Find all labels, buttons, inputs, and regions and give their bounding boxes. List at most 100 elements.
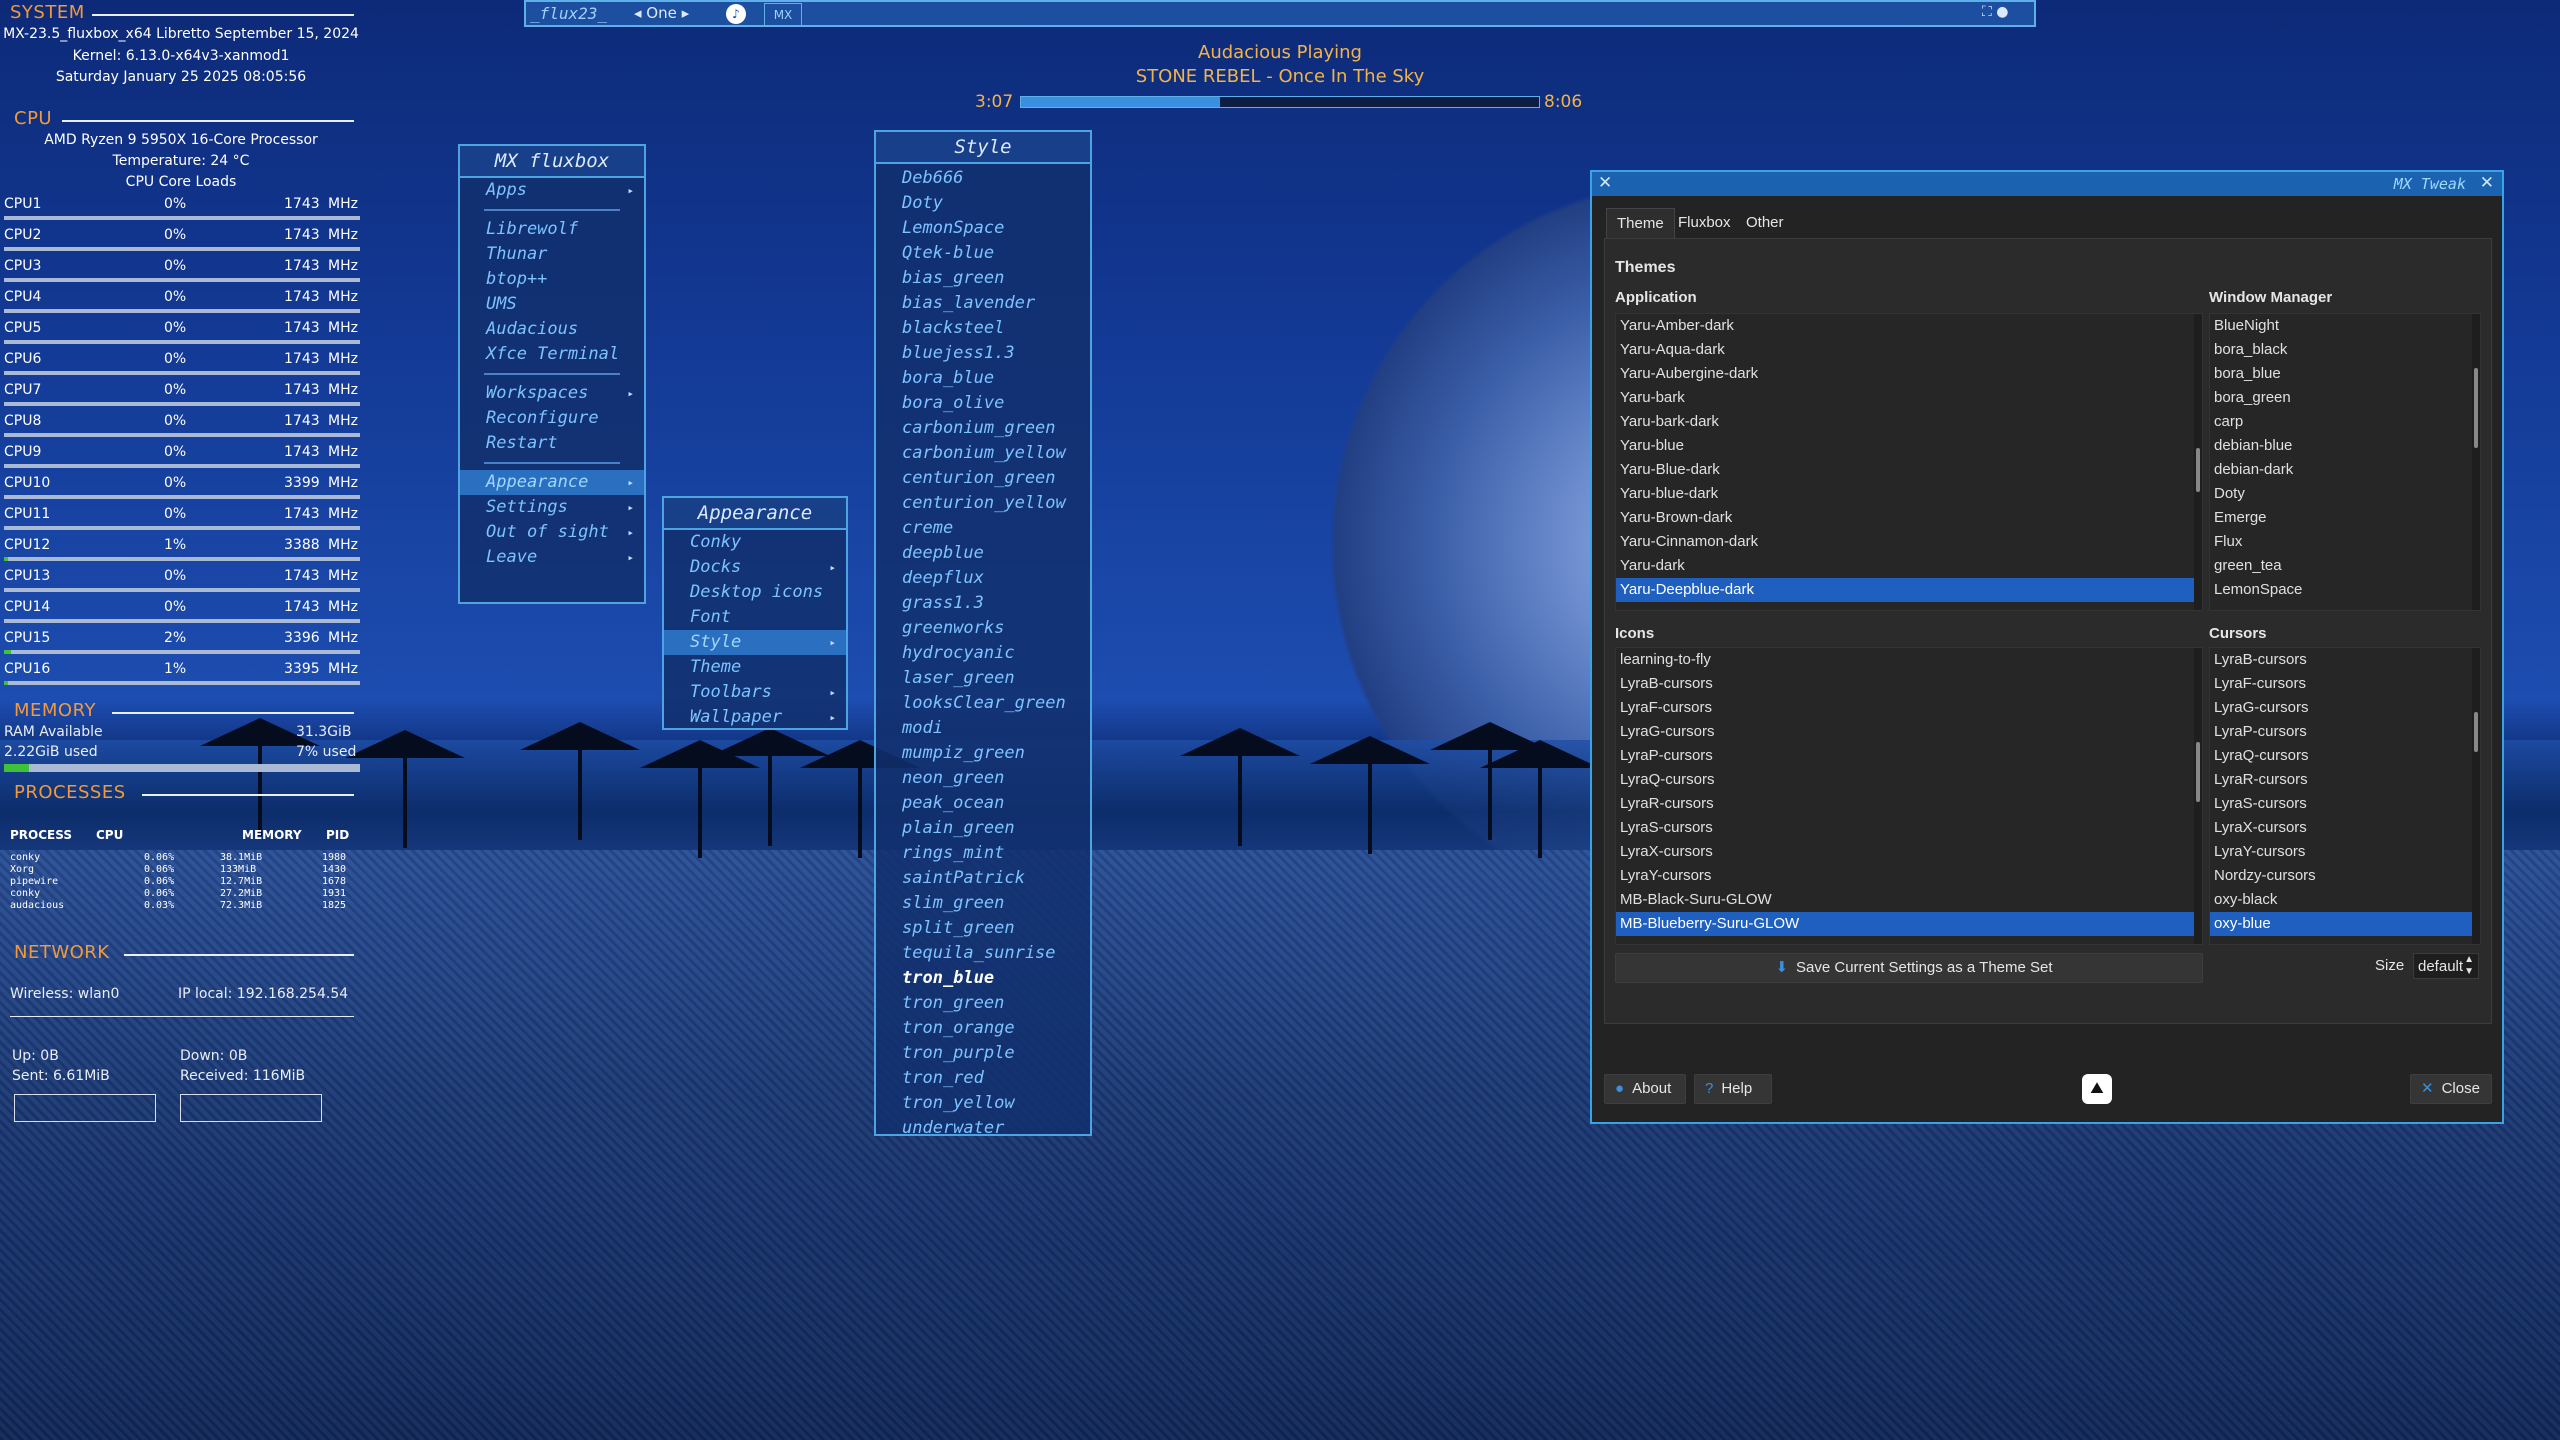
- style-menu-item[interactable]: LemonSpace: [876, 216, 1090, 241]
- style-menu-item[interactable]: tron_purple: [876, 1041, 1090, 1066]
- wm-theme-item[interactable]: green_tea: [2210, 554, 2480, 578]
- cursor-theme-item[interactable]: LyraQ-cursors: [2210, 744, 2480, 768]
- save-theme-set-button[interactable]: ⬇ Save Current Settings as a Theme Set: [1615, 953, 2203, 983]
- root-menu-item[interactable]: Audacious: [460, 317, 644, 342]
- style-menu-item[interactable]: laser_green: [876, 666, 1090, 691]
- wm-theme-item[interactable]: Flux: [2210, 530, 2480, 554]
- icon-theme-item[interactable]: MB-Black-Suru-GLOW: [1616, 888, 2202, 912]
- icon-theme-item[interactable]: LyraS-cursors: [1616, 816, 2202, 840]
- root-menu-item[interactable]: Out of sight ▸: [460, 520, 644, 545]
- appearance-menu-item[interactable]: Toolbars ▸: [664, 680, 846, 705]
- style-menu-item[interactable]: deepblue: [876, 541, 1090, 566]
- appearance-menu-item[interactable]: Conky: [664, 530, 846, 555]
- window-menu-icon[interactable]: ✕: [1598, 173, 1612, 193]
- appearance-menu-item[interactable]: Docks ▸: [664, 555, 846, 580]
- icon-theme-item[interactable]: LyraR-cursors: [1616, 792, 2202, 816]
- style-menu-item[interactable]: centurion_yellow: [876, 491, 1090, 516]
- wm-theme-item[interactable]: Emerge: [2210, 506, 2480, 530]
- style-menu-item[interactable]: neon_green: [876, 766, 1090, 791]
- mx-task-button[interactable]: MX: [764, 3, 802, 27]
- style-menu-item[interactable]: bluejess1.3: [876, 341, 1090, 366]
- style-menu-item[interactable]: tron_green: [876, 991, 1090, 1016]
- cursor-size-select[interactable]: default ▲ ▼: [2413, 953, 2479, 979]
- style-menu-item[interactable]: split_green: [876, 916, 1090, 941]
- root-menu-item[interactable]: UMS: [460, 292, 644, 317]
- style-menu-item[interactable]: plain_green: [876, 816, 1090, 841]
- icon-theme-item[interactable]: learning-to-fly: [1616, 648, 2202, 672]
- style-menu-item[interactable]: saintPatrick: [876, 866, 1090, 891]
- spin-arrows-icon[interactable]: ▲ ▼: [2464, 954, 2474, 978]
- application-theme-item[interactable]: Yaru-Cinnamon-dark: [1616, 530, 2202, 554]
- style-menu-item[interactable]: carbonium_yellow: [876, 441, 1090, 466]
- root-menu-item[interactable]: Workspaces ▸: [460, 381, 644, 406]
- icon-theme-item[interactable]: LyraF-cursors: [1616, 696, 2202, 720]
- style-menu-item[interactable]: tron_red: [876, 1066, 1090, 1091]
- icon-theme-item[interactable]: LyraQ-cursors: [1616, 768, 2202, 792]
- root-menu-item[interactable]: Apps ▸: [460, 178, 644, 203]
- wm-theme-item[interactable]: bora_blue: [2210, 362, 2480, 386]
- root-menu-item[interactable]: Settings ▸: [460, 495, 644, 520]
- icon-theme-item[interactable]: LyraY-cursors: [1616, 864, 2202, 888]
- window-close-icon[interactable]: ✕: [2480, 173, 2494, 193]
- style-menu-item[interactable]: slim_green: [876, 891, 1090, 916]
- workspace-switcher[interactable]: ◂ One ▸: [634, 4, 689, 22]
- window-titlebar[interactable]: ✕ MX Tweak ✕: [1592, 172, 2502, 196]
- cursor-theme-item[interactable]: oxy-black: [2210, 888, 2480, 912]
- style-menu-item[interactable]: Qtek-blue: [876, 241, 1090, 266]
- application-theme-item[interactable]: Yaru-Brown-dark: [1616, 506, 2202, 530]
- style-menu-item[interactable]: Deb666: [876, 166, 1090, 191]
- style-menu-item[interactable]: hydrocyanic: [876, 641, 1090, 666]
- cursor-theme-item[interactable]: LyraY-cursors: [2210, 840, 2480, 864]
- style-menu-item[interactable]: rings_mint: [876, 841, 1090, 866]
- help-button[interactable]: ? Help: [1694, 1074, 1772, 1104]
- scrollbar[interactable]: [2194, 648, 2202, 944]
- root-menu-item[interactable]: Xfce Terminal: [460, 342, 644, 367]
- tab-theme[interactable]: Theme: [1606, 208, 1675, 239]
- style-menu-item[interactable]: Doty: [876, 191, 1090, 216]
- cursor-theme-item[interactable]: LyraP-cursors: [2210, 720, 2480, 744]
- style-menu-item[interactable]: bora_olive: [876, 391, 1090, 416]
- wm-theme-item[interactable]: LemonSpace: [2210, 578, 2480, 602]
- scrollbar[interactable]: [2194, 314, 2202, 610]
- style-menu-item[interactable]: modi: [876, 716, 1090, 741]
- appearance-menu-item[interactable]: Wallpaper ▸: [664, 705, 846, 730]
- root-menu-item[interactable]: Appearance ▸: [460, 470, 644, 495]
- style-menu-item[interactable]: bias_green: [876, 266, 1090, 291]
- tab-fluxbox[interactable]: Fluxbox: [1668, 208, 1741, 238]
- wm-theme-item[interactable]: debian-dark: [2210, 458, 2480, 482]
- cursor-theme-list[interactable]: LyraB-cursors LyraF-cursors LyraG-cursors L…: [2209, 647, 2481, 945]
- application-theme-item[interactable]: Yaru-blue: [1616, 434, 2202, 458]
- wm-theme-item[interactable]: carp: [2210, 410, 2480, 434]
- style-menu-item[interactable]: greenworks: [876, 616, 1090, 641]
- workspace-name[interactable]: _flux23_: [530, 4, 607, 23]
- style-menu-item[interactable]: peak_ocean: [876, 791, 1090, 816]
- cursor-theme-item[interactable]: oxy-blue: [2210, 912, 2480, 936]
- wm-theme-item[interactable]: debian-blue: [2210, 434, 2480, 458]
- style-menu-item[interactable]: centurion_green: [876, 466, 1090, 491]
- wm-theme-item[interactable]: BlueNight: [2210, 314, 2480, 338]
- cursor-theme-item[interactable]: LyraB-cursors: [2210, 648, 2480, 672]
- application-theme-list[interactable]: Yaru-Amber-dark Yaru-Aqua-dark Yaru-Auberg…: [1615, 313, 2203, 611]
- style-menu-item[interactable]: carbonium_green: [876, 416, 1090, 441]
- style-menu-item[interactable]: deepflux: [876, 566, 1090, 591]
- wm-theme-item[interactable]: bora_green: [2210, 386, 2480, 410]
- wm-theme-item[interactable]: Doty: [2210, 482, 2480, 506]
- icon-theme-item[interactable]: LyraX-cursors: [1616, 840, 2202, 864]
- style-menu-item[interactable]: looksClear_green: [876, 691, 1090, 716]
- cursor-theme-item[interactable]: LyraX-cursors: [2210, 816, 2480, 840]
- appearance-menu-item[interactable]: Theme: [664, 655, 846, 680]
- appearance-menu-item[interactable]: Font: [664, 605, 846, 630]
- close-button[interactable]: ✕ Close: [2410, 1074, 2492, 1104]
- style-menu-item[interactable]: mumpiz_green: [876, 741, 1090, 766]
- style-menu-item[interactable]: creme: [876, 516, 1090, 541]
- application-theme-item[interactable]: Yaru-dark: [1616, 554, 2202, 578]
- style-menu-item[interactable]: tron_orange: [876, 1016, 1090, 1041]
- application-theme-item[interactable]: Yaru-Amber-dark: [1616, 314, 2202, 338]
- icon-theme-item[interactable]: LyraP-cursors: [1616, 744, 2202, 768]
- scrollbar[interactable]: [2472, 314, 2480, 610]
- root-menu-item[interactable]: Reconfigure: [460, 406, 644, 431]
- root-menu-item[interactable]: Restart: [460, 431, 644, 456]
- style-menu-item[interactable]: tequila_sunrise: [876, 941, 1090, 966]
- root-menu-item[interactable]: btop++: [460, 267, 644, 292]
- style-menu-item[interactable]: grass1.3: [876, 591, 1090, 616]
